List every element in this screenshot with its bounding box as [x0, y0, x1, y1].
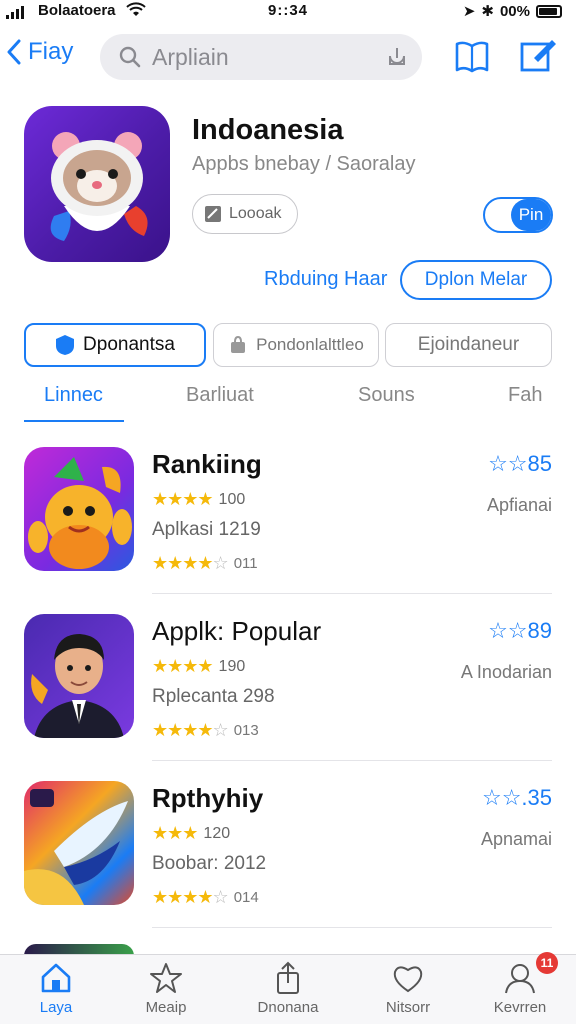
app-subtitle: Appbs bnebay / Saoralay [192, 153, 416, 175]
star-rating: ★★★ [152, 823, 198, 843]
heart-icon [393, 966, 423, 993]
item-score: ☆☆.35 [481, 785, 552, 810]
rating-row: ★★★★ 190 [152, 656, 245, 677]
tag-button[interactable]: Loooak [192, 194, 298, 234]
back-label: Fiay [28, 38, 74, 65]
tab-bar: Laya Meaip Dnonana Nitsorr Kevrren [0, 954, 576, 1024]
app-title: Indoanesia [192, 114, 344, 146]
location-icon: ➤ [462, 3, 476, 20]
compose-icon[interactable] [518, 36, 558, 76]
battery-percent: 00% [499, 2, 530, 20]
tab-2[interactable]: Souns [358, 384, 415, 407]
item-title: Rankiing [152, 449, 262, 479]
search-input[interactable]: Arpliain [100, 34, 422, 80]
shield-icon [56, 335, 75, 355]
chip-0[interactable]: Dponantsa [24, 323, 206, 367]
status-bar: Bolaatoera 9::34 ➤ ✱ 00% [0, 0, 576, 24]
tab-bar-label: Kevrren [493, 999, 547, 1016]
chevron-left-icon [7, 39, 21, 65]
item-subtitle: Boobar: 2012 [152, 853, 267, 874]
ranking-link[interactable]: Rbduing Haar [264, 268, 387, 291]
navigation-bar: Fiay Arpliain [0, 30, 576, 82]
tab-bar-item-share[interactable]: Dnonana [238, 961, 338, 1016]
mascot-illustration [50, 132, 148, 241]
rating-row: ★★★★ 100 [152, 489, 245, 510]
search-icon [119, 46, 141, 68]
bookmark-icon[interactable] [452, 36, 492, 76]
active-tab-indicator [24, 420, 124, 422]
chip-1[interactable]: Pondonlalttleo [213, 323, 379, 367]
item-title: Applk: Popular [152, 616, 322, 646]
rating-count: 190 [218, 657, 246, 675]
home-icon [41, 963, 71, 993]
bluetooth-icon: ✱ [481, 3, 494, 20]
chip-label: Pondonlalttleo [256, 335, 364, 354]
rating-count: 013 [233, 722, 259, 739]
app-icon[interactable] [24, 106, 170, 262]
star-rating: ★★★★ [152, 656, 214, 676]
app-thumbnail [24, 781, 134, 905]
bag-icon [231, 335, 246, 353]
tab-1[interactable]: Barliuat [186, 384, 254, 407]
star-rating: ★★★★ [152, 489, 214, 509]
app-thumbnail [24, 447, 134, 571]
rating-count: 011 [233, 555, 258, 572]
chip-label: Ejoindaneur [417, 334, 520, 355]
battery-icon [536, 4, 562, 18]
microphone-icon[interactable] [384, 44, 410, 70]
toggle-label: Pin [511, 199, 551, 231]
item-meta: A Inodarian [460, 662, 552, 682]
share-icon [277, 961, 299, 994]
person-illustration [31, 634, 124, 738]
chip-label: Dponantsa [83, 334, 175, 355]
item-score: ☆☆89 [488, 618, 552, 643]
app-thumbnail [24, 614, 134, 738]
item-title: Rpthyhiy [152, 783, 264, 813]
tab-0[interactable]: Linnec [44, 384, 103, 407]
rating-count: 014 [233, 889, 259, 906]
pin-toggle[interactable]: Pin [483, 197, 553, 233]
tab-bar-item-star[interactable]: Meaip [116, 961, 216, 1016]
tag-icon [205, 206, 221, 222]
rating-row-secondary: ★★★★☆ 013 [152, 720, 259, 741]
item-subtitle: Rplecanta 298 [152, 686, 275, 707]
segment-tabs: Linnec Barliuat Souns Fah [0, 382, 576, 424]
item-score: ☆☆85 [488, 451, 552, 476]
tab-3[interactable]: Fah [508, 384, 542, 407]
item-meta: Apnamai [480, 829, 552, 849]
star-rating: ★★★★☆ [152, 887, 229, 907]
tab-bar-label: Laya [39, 999, 73, 1016]
list-item[interactable]: Rankiing ★★★★ 100 Aplkasi 1219 ★★★★☆ 011… [0, 447, 576, 597]
rating-row-secondary: ★★★★☆ 011 [152, 553, 258, 574]
divider [152, 927, 552, 928]
chip-2[interactable]: Ejoindaneur [385, 323, 552, 367]
list-item[interactable]: Rpthyhiy ★★★ 120 Boobar: 2012 ★★★★☆ 014 … [0, 781, 576, 931]
tab-bar-item-home[interactable]: Laya [6, 961, 106, 1016]
divider [152, 593, 552, 594]
rating-count: 120 [203, 824, 231, 842]
star-rating: ★★★★☆ [152, 553, 229, 573]
list-item[interactable]: Applk: Popular ★★★★ 190 Rplecanta 298 ★★… [0, 614, 576, 764]
notification-badge: 11 [536, 952, 558, 974]
person-icon [505, 964, 535, 994]
tab-bar-label: Nitsorr [385, 999, 431, 1016]
abstract-logo-illustration [24, 789, 128, 905]
character-illustration [28, 457, 132, 569]
filter-chips: Dponantsa Pondonlalttleo Ejoindaneur [24, 323, 552, 367]
rating-count: 100 [218, 490, 246, 508]
rating-row-secondary: ★★★★☆ 014 [152, 887, 259, 908]
star-icon [150, 963, 182, 993]
search-placeholder: Arpliain [152, 43, 229, 70]
tab-bar-label: Meaip [145, 999, 187, 1016]
tab-bar-label: Dnonana [257, 999, 319, 1016]
star-rating: ★★★★☆ [152, 720, 229, 740]
tab-bar-item-heart[interactable]: Nitsorr [358, 961, 458, 1016]
rating-row: ★★★ 120 [152, 823, 230, 844]
back-button[interactable]: Fiay [6, 38, 73, 66]
download-button[interactable]: Dplon Melar [400, 260, 552, 300]
item-subtitle: Aplkasi 1219 [152, 519, 261, 540]
tag-label: Loooak [229, 205, 282, 222]
item-meta: Apfianai [486, 495, 552, 515]
divider [152, 760, 552, 761]
